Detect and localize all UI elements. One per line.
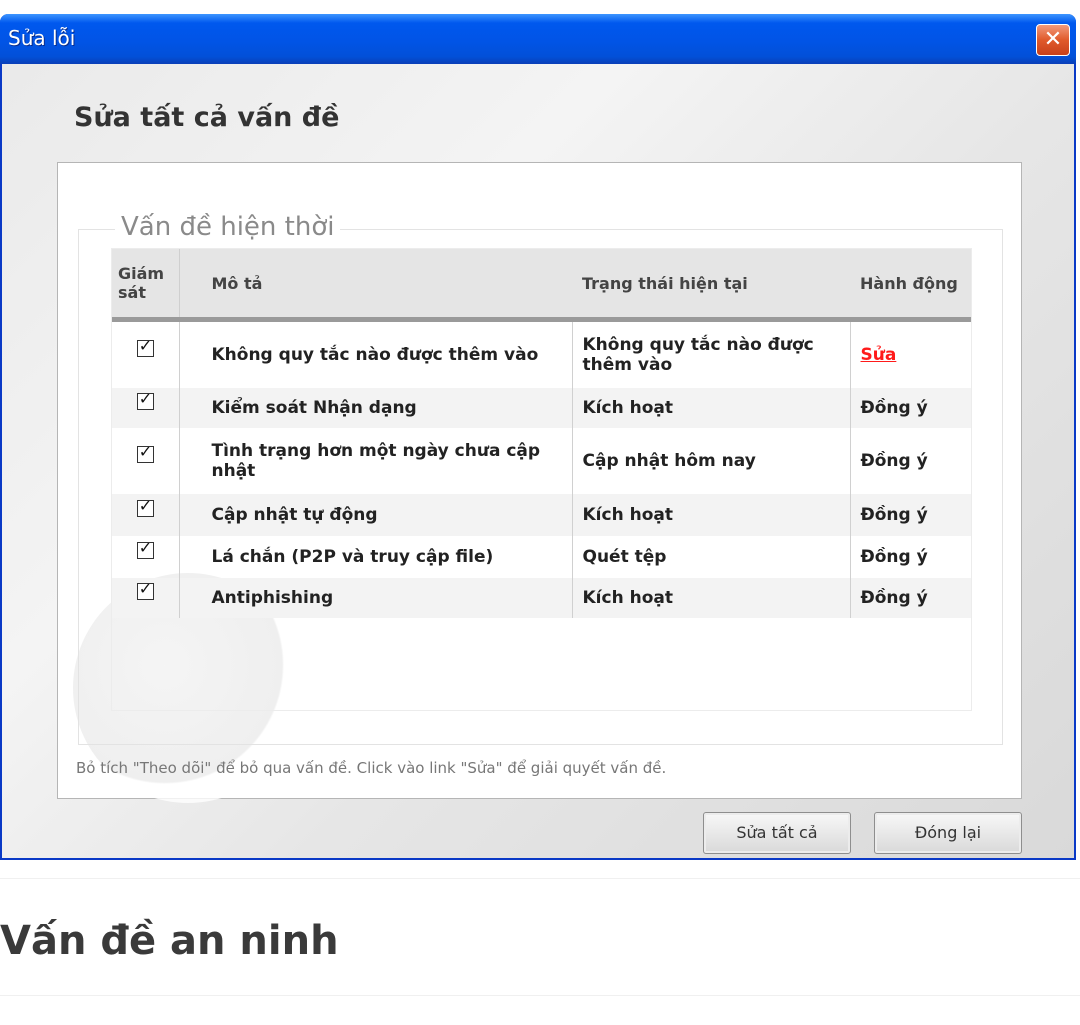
description-cell: Kiểm soát Nhận dạng (179, 387, 573, 428)
status-cell: Không quy tắc nào được thêm vào (572, 319, 851, 388)
table-header-row: Giám sát Mô tả Trạng thái hiện tại Hành … (112, 249, 971, 322)
divider (0, 995, 1080, 996)
status-cell: Cập nhật hôm nay (572, 427, 851, 494)
table-row: Antiphishing Kích hoạt Đồng ý (112, 577, 971, 618)
description-cell: Không quy tắc nào được thêm vào (179, 319, 573, 388)
action-cell: Đồng ý (850, 387, 971, 428)
description-cell: Cập nhật tự động (179, 493, 573, 536)
table-row: Không quy tắc nào được thêm vào Không qu… (112, 319, 971, 388)
column-header-status[interactable]: Trạng thái hiện tại (572, 249, 850, 322)
fix-issues-dialog: Sửa lỗi ✕ Sửa tất cả vấn đề Vấn đề hiện … (0, 14, 1076, 860)
monitor-cell (112, 387, 180, 428)
monitor-checkbox[interactable] (136, 579, 154, 600)
divider (0, 878, 1080, 879)
monitor-checkbox[interactable] (136, 336, 154, 357)
description-cell: Antiphishing (179, 577, 573, 618)
content-panel: Vấn đề hiện thời Giám sát Mô tả Trạng th… (57, 162, 1022, 803)
monitor-cell (112, 535, 180, 578)
description-cell: Tình trạng hơn một ngày chưa cập nhật (179, 427, 573, 494)
action-cell: Đồng ý (850, 577, 971, 618)
title-bar[interactable]: Sửa lỗi ✕ (0, 14, 1076, 64)
window-title: Sửa lỗi (8, 26, 76, 50)
monitor-cell (112, 577, 180, 618)
fix-all-button[interactable]: Sửa tất cả (703, 812, 851, 854)
monitor-checkbox[interactable] (136, 496, 154, 517)
footer-hint: Bỏ tích "Theo dõi" để bỏ qua vấn đề. Cli… (76, 759, 667, 777)
status-cell: Kích hoạt (572, 387, 851, 428)
column-header-action[interactable]: Hành động (850, 249, 971, 322)
monitor-cell (112, 493, 180, 536)
dialog-heading: Sửa tất cả vấn đề (74, 102, 340, 133)
action-cell: Đồng ý (860, 546, 928, 567)
description-cell: Lá chắn (P2P và truy cập file) (179, 535, 573, 578)
monitor-cell (112, 319, 180, 388)
action-cell: Sửa (850, 320, 971, 388)
action-cell: Đồng ý (850, 493, 971, 536)
group-legend: Vấn đề hiện thời (115, 212, 341, 242)
close-button[interactable]: Đóng lại (874, 812, 1022, 854)
monitor-cell (112, 427, 180, 494)
action-cell: Đồng ý (860, 450, 928, 471)
close-icon[interactable]: ✕ (1036, 24, 1070, 56)
column-header-description[interactable]: Mô tả (179, 249, 572, 322)
table-row: Tình trạng hơn một ngày chưa cập nhật Cậ… (112, 427, 971, 494)
section-heading: Vấn đề an ninh (0, 918, 339, 964)
status-cell: Kích hoạt (572, 493, 851, 536)
monitor-checkbox[interactable] (136, 538, 154, 559)
monitor-checkbox[interactable] (136, 389, 154, 410)
monitor-checkbox[interactable] (136, 442, 154, 463)
current-issues-group: Vấn đề hiện thời Giám sát Mô tả Trạng th… (78, 212, 1003, 745)
table-row: Kiểm soát Nhận dạng Kích hoạt Đồng ý (112, 387, 971, 428)
column-header-monitor[interactable]: Giám sát (112, 249, 180, 322)
fix-link[interactable]: Sửa (861, 345, 897, 365)
table-row: Lá chắn (P2P và truy cập file) Quét tệp … (112, 535, 971, 578)
status-cell: Kích hoạt (572, 577, 851, 618)
status-cell: Quét tệp (572, 535, 851, 578)
issues-table: Giám sát Mô tả Trạng thái hiện tại Hành … (112, 249, 971, 618)
table-row: Cập nhật tự động Kích hoạt Đồng ý (112, 493, 971, 536)
issues-table-frame: Giám sát Mô tả Trạng thái hiện tại Hành … (111, 248, 972, 711)
